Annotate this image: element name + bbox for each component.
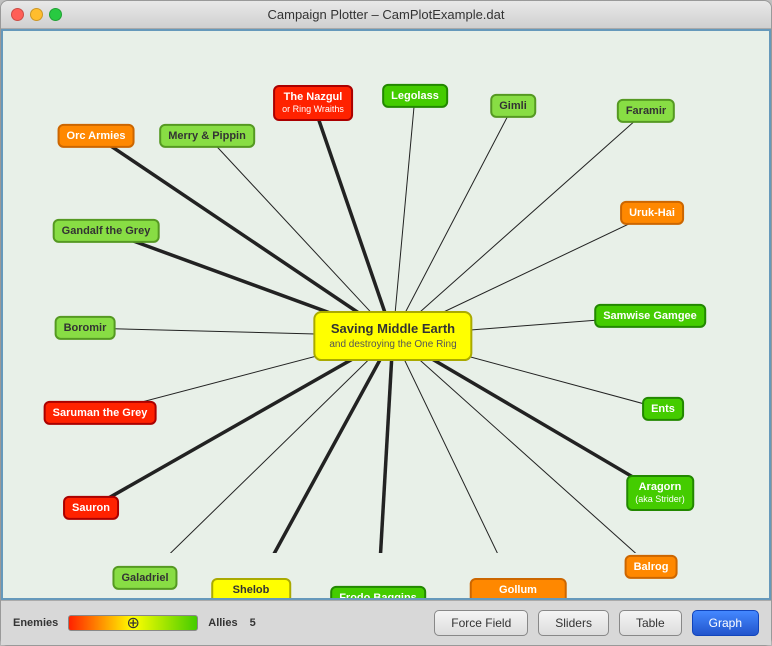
app-window: Campaign Plotter – CamPlotExample.dat Th… bbox=[0, 0, 772, 646]
node-sublabel: (aka Strider) bbox=[635, 494, 685, 506]
node-saruman[interactable]: Saruman the Grey bbox=[44, 401, 157, 425]
node-sublabel: previously Smeegol bbox=[479, 597, 558, 600]
node-faramir[interactable]: Faramir bbox=[617, 99, 675, 123]
table-button[interactable]: Table bbox=[619, 610, 682, 636]
graph-button[interactable]: Graph bbox=[692, 610, 759, 636]
allies-count: 5 bbox=[250, 617, 256, 629]
bottom-bar: Enemies ⊕ Allies 5 Force Field Sliders T… bbox=[1, 600, 771, 645]
node-shelob[interactable]: Shelobthe giant spider bbox=[211, 578, 291, 600]
allies-label: Allies bbox=[208, 617, 237, 629]
node-galadriel[interactable]: Galadriel bbox=[112, 566, 177, 590]
node-samwise[interactable]: Samwise Gamgee bbox=[594, 304, 706, 328]
center-label: Saving Middle Earth bbox=[329, 321, 456, 338]
gradient-bar: ⊕ bbox=[68, 615, 198, 631]
graph-content: The Nazgulor Ring Wraiths Legolass Gimli Fa… bbox=[1, 29, 771, 600]
node-label-text: The Nazgul bbox=[282, 90, 344, 104]
node-uruk-hai[interactable]: Uruk-Hai bbox=[620, 201, 684, 225]
node-label-text: Shelob bbox=[220, 583, 282, 597]
node-merry-pippin[interactable]: Merry & Pippin bbox=[159, 124, 255, 148]
center-node[interactable]: Saving Middle Earthand destroying the On… bbox=[313, 311, 472, 361]
node-ents[interactable]: Ents bbox=[642, 397, 684, 421]
node-orc-armies[interactable]: Orc Armies bbox=[58, 124, 135, 148]
force-field-button[interactable]: Force Field bbox=[434, 610, 528, 636]
node-sublabel: the giant spider bbox=[220, 597, 282, 600]
sliders-button[interactable]: Sliders bbox=[538, 610, 609, 636]
node-label-text: Aragorn bbox=[635, 480, 685, 494]
maximize-button[interactable] bbox=[49, 8, 62, 21]
traffic-lights bbox=[11, 8, 62, 21]
node-aragorn[interactable]: Aragorn(aka Strider) bbox=[626, 475, 694, 511]
enemies-label: Enemies bbox=[13, 617, 58, 629]
node-label-text: Gollum bbox=[479, 583, 558, 597]
crosshair-icon: ⊕ bbox=[127, 613, 140, 633]
node-gimli[interactable]: Gimli bbox=[490, 94, 536, 118]
node-sublabel: or Ring Wraiths bbox=[282, 104, 344, 116]
node-balrog[interactable]: Balrog bbox=[625, 555, 678, 579]
node-gollum[interactable]: Gollumpreviously Smeegol bbox=[470, 578, 567, 600]
titlebar: Campaign Plotter – CamPlotExample.dat bbox=[1, 1, 771, 29]
node-boromir[interactable]: Boromir bbox=[55, 316, 116, 340]
center-sublabel: and destroying the One Ring bbox=[329, 338, 456, 351]
minimize-button[interactable] bbox=[30, 8, 43, 21]
node-gandalf[interactable]: Gandalf the Grey bbox=[53, 219, 160, 243]
node-sauron[interactable]: Sauron bbox=[63, 496, 119, 520]
node-nazgul[interactable]: The Nazgulor Ring Wraiths bbox=[273, 85, 353, 121]
node-legolass[interactable]: Legolass bbox=[382, 84, 448, 108]
window-title: Campaign Plotter – CamPlotExample.dat bbox=[267, 7, 504, 22]
node-frodo[interactable]: Frodo Baggins bbox=[330, 586, 426, 600]
close-button[interactable] bbox=[11, 8, 24, 21]
